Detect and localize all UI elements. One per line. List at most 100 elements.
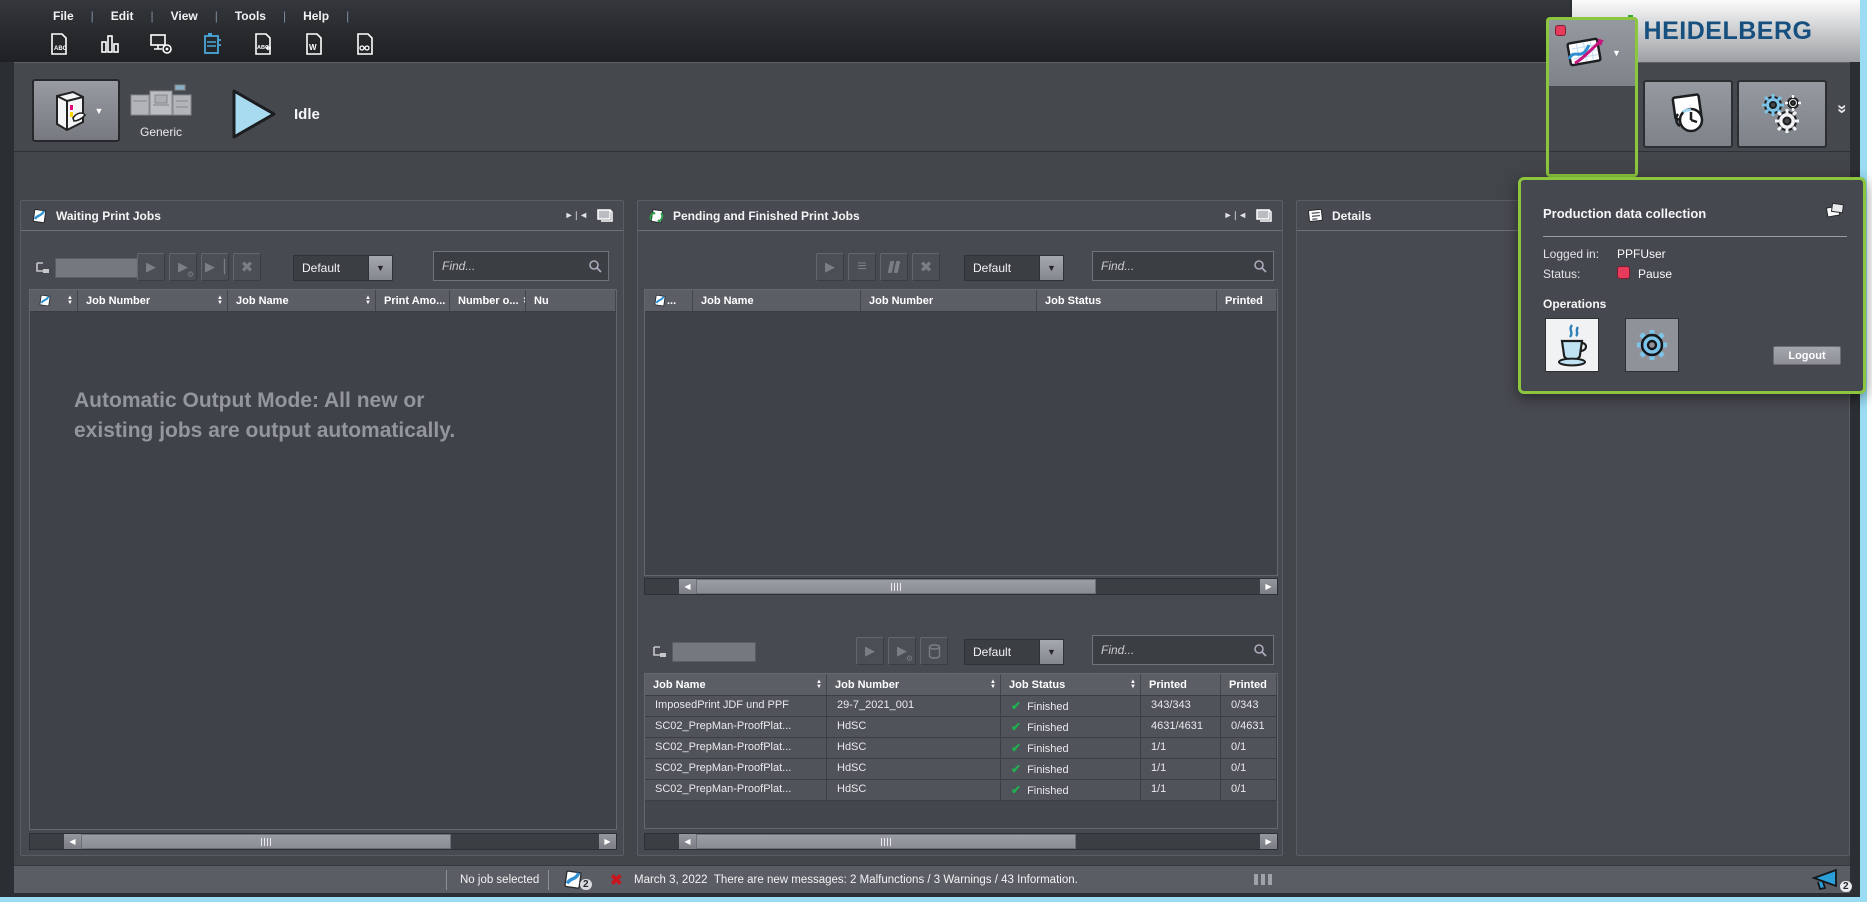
finished-find-input[interactable] (1093, 643, 1247, 657)
menu-help[interactable]: Help (294, 7, 338, 25)
column-job-number[interactable]: Job Number (861, 290, 1037, 311)
details-icon (1307, 208, 1324, 223)
column-printed-2[interactable]: Printed (1221, 674, 1277, 695)
linked-document-icon[interactable] (352, 31, 378, 57)
sort-icon[interactable] (63, 296, 73, 306)
column-job-status[interactable]: Job Status (1001, 674, 1141, 695)
device-selector-button[interactable]: ▼ (32, 79, 120, 142)
start-output-button[interactable] (137, 253, 165, 281)
menu-view[interactable]: View (162, 7, 207, 25)
detach-panel-icon[interactable] (1256, 209, 1272, 222)
finished-filter-dropdown[interactable]: Default ▼ (964, 639, 1064, 665)
table-row[interactable]: SC02_PrepMan-ProofPlat... HdSC ✔Finished… (645, 759, 1277, 780)
import-job-icon[interactable]: ABC (250, 31, 276, 57)
scrollbar-thumb[interactable] (696, 834, 1076, 849)
scrollbar-thumb[interactable] (696, 579, 1096, 594)
scroll-left-icon[interactable]: ◀ (679, 834, 696, 849)
pending-find-input[interactable] (1093, 259, 1247, 273)
scroll-right-icon[interactable]: ▶ (1260, 579, 1277, 594)
status-message[interactable]: March 3, 2022 There are new messages: 2 … (634, 874, 1078, 886)
column-number-of[interactable]: Number o... (450, 290, 526, 311)
window-edge (0, 902, 1872, 906)
scroll-right-icon[interactable]: ▶ (599, 834, 616, 849)
waiting-horizontal-scrollbar[interactable]: ◀ ▶ (29, 833, 617, 850)
collapse-panel-icon[interactable]: ►❘◄ (1224, 210, 1246, 221)
preview-document-icon[interactable]: W (301, 31, 327, 57)
sort-icon[interactable] (986, 680, 996, 690)
reprint-job-button[interactable] (856, 637, 884, 665)
pause-status-dot (1617, 266, 1630, 279)
column-job-icon[interactable] (30, 290, 78, 311)
column-job-number[interactable]: Job Number (78, 290, 228, 311)
application-window: File | Edit | View | Tools | Help | ABC (0, 0, 1872, 906)
table-row[interactable]: SC02_PrepMan-ProofPlat... HdSC ✔Finished… (645, 738, 1277, 759)
cancel-output-button[interactable] (233, 253, 261, 281)
scroll-right-icon[interactable]: ▶ (1260, 834, 1277, 849)
pending-horizontal-scrollbar[interactable]: ◀ ▶ (644, 578, 1278, 595)
press-machine-icon[interactable] (199, 31, 225, 57)
menu-file[interactable]: File (44, 7, 83, 25)
column-printed[interactable]: Printed (1217, 290, 1277, 311)
search-icon[interactable] (1247, 643, 1273, 657)
resume-job-button[interactable] (816, 253, 844, 281)
production-data-collection-button[interactable]: ▼ (1549, 20, 1635, 86)
press-generic[interactable]: Generic (126, 83, 196, 139)
sort-icon[interactable] (519, 296, 526, 306)
filter-value: Default (965, 640, 1039, 664)
scroll-left-icon[interactable]: ◀ (64, 834, 81, 849)
menu-edit[interactable]: Edit (102, 7, 143, 25)
search-icon[interactable] (582, 259, 608, 273)
reports-chart-icon[interactable] (97, 31, 123, 57)
data-collection-settings-button[interactable] (1625, 318, 1679, 372)
column-job-number[interactable]: Job Number (827, 674, 1001, 695)
panel-title: Waiting Print Jobs (56, 209, 161, 223)
job-group-tree-icon[interactable] (35, 261, 51, 275)
column-printed[interactable]: Printed (1141, 674, 1221, 695)
finished-horizontal-scrollbar[interactable]: ◀ ▶ (644, 833, 1278, 850)
table-row[interactable]: SC02_PrepMan-ProofPlat... HdSC ✔Finished… (645, 717, 1277, 738)
reprint-options-button[interactable]: ⚙ (888, 637, 916, 665)
sort-icon[interactable] (361, 296, 371, 306)
message-severity-bars-icon[interactable] (1254, 874, 1272, 885)
column-truncated[interactable]: Nu (526, 290, 616, 311)
messages-button[interactable]: 2 (562, 869, 592, 890)
job-group-tree-icon[interactable] (652, 645, 668, 659)
column-job-icon[interactable]: ... (645, 290, 693, 311)
waiting-jobs-icon (31, 208, 48, 224)
delete-job-button[interactable] (920, 637, 948, 665)
pause-job-button[interactable] (880, 253, 908, 281)
column-job-name[interactable]: Job Name (228, 290, 376, 311)
pending-filter-dropdown[interactable]: Default ▼ (964, 255, 1064, 281)
new-job-document-icon[interactable]: ABC (46, 31, 72, 57)
sort-icon[interactable] (1126, 680, 1136, 690)
job-queue-button[interactable] (848, 253, 876, 281)
panel-title: Details (1332, 209, 1371, 223)
sort-icon[interactable] (812, 680, 822, 690)
start-output-options-button[interactable]: ⚙ (169, 253, 197, 281)
waiting-find-input[interactable] (434, 259, 582, 273)
logout-button[interactable]: Logout (1773, 346, 1841, 365)
cancel-job-button[interactable] (912, 253, 940, 281)
column-job-status[interactable]: Job Status (1037, 290, 1217, 311)
table-row[interactable]: ImposedPrint JDF und PPF 29-7_2021_001 ✔… (645, 696, 1277, 717)
workstation-settings-icon[interactable] (148, 31, 174, 57)
notifications-button[interactable]: 2 (1810, 868, 1852, 892)
table-row[interactable]: SC02_PrepMan-ProofPlat... HdSC ✔Finished… (645, 780, 1277, 801)
counter-report-button[interactable] (1643, 80, 1733, 148)
more-tools-chevron-icon[interactable]: » (1833, 104, 1853, 113)
output-to-end-button[interactable] (201, 253, 229, 281)
settings-button[interactable] (1737, 80, 1827, 148)
column-job-name[interactable]: Job Name (693, 290, 861, 311)
search-icon[interactable] (1247, 259, 1273, 273)
collapse-panel-icon[interactable]: ►❘◄ (565, 210, 587, 221)
column-print-amount[interactable]: Print Amo... (376, 290, 450, 311)
waiting-filter-dropdown[interactable]: Default ▼ (293, 255, 393, 281)
column-job-name[interactable]: Job Name (645, 674, 827, 695)
scrollbar-thumb[interactable] (81, 834, 451, 849)
reports-copy-icon[interactable] (1825, 202, 1845, 224)
scroll-left-icon[interactable]: ◀ (679, 579, 696, 594)
pause-break-button[interactable] (1545, 318, 1599, 372)
menu-tools[interactable]: Tools (226, 7, 275, 25)
detach-panel-icon[interactable] (597, 209, 613, 222)
sort-icon[interactable] (213, 296, 223, 306)
